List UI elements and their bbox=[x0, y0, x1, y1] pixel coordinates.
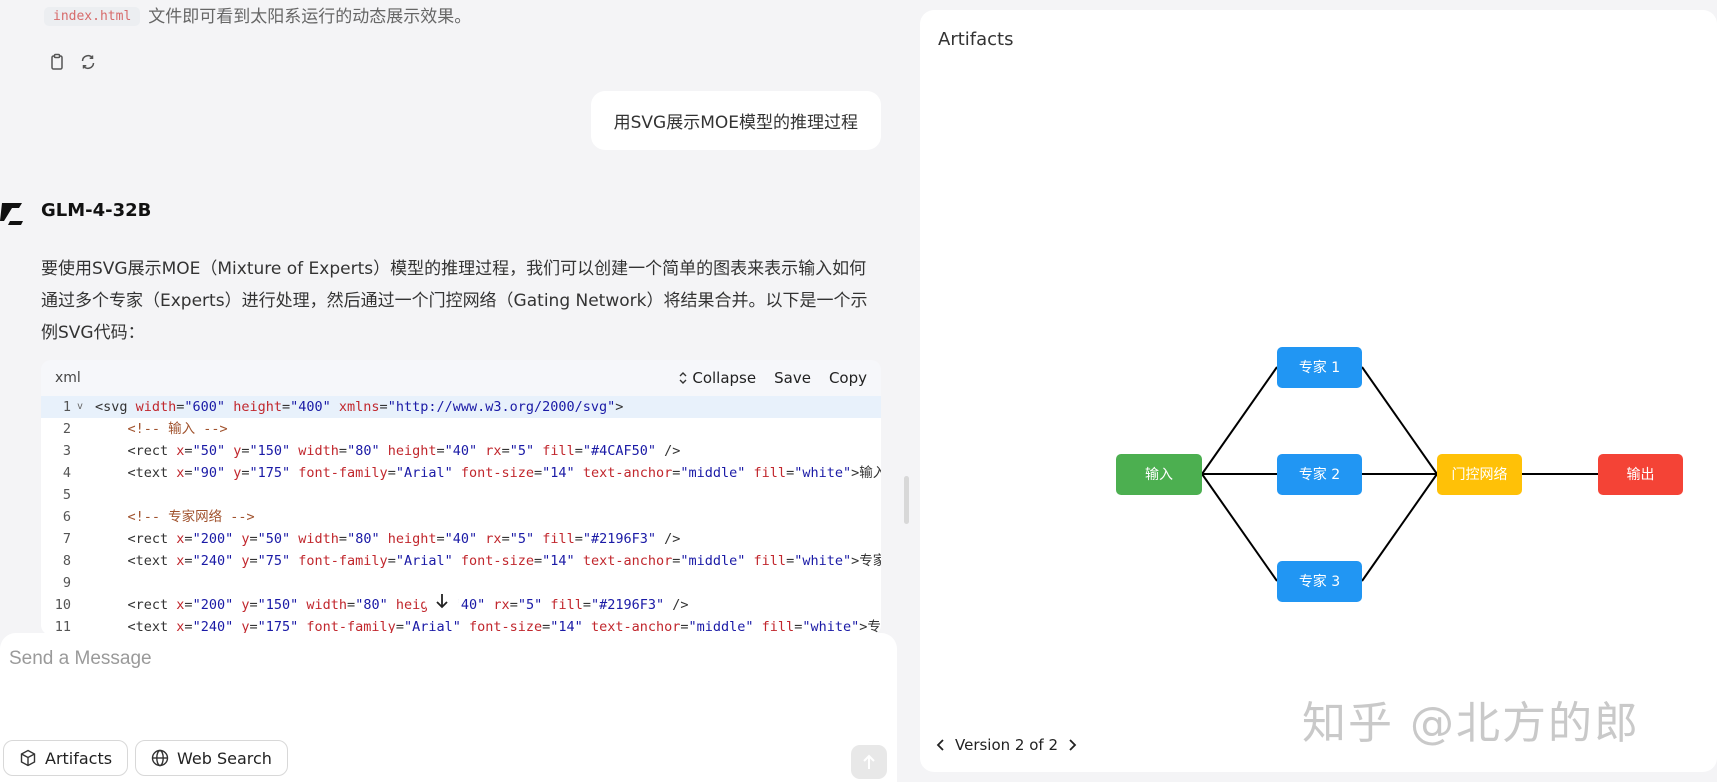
collapse-button[interactable]: Collapse bbox=[678, 369, 756, 387]
edge-input-expert3 bbox=[1201, 473, 1278, 582]
fold-toggle-icon bbox=[77, 528, 89, 550]
code-line: 3 <rect x="50" y="150" width="80" height… bbox=[41, 440, 881, 462]
line-number: 4 bbox=[62, 465, 71, 481]
expand-collapse-icon bbox=[679, 372, 687, 384]
code-line-text: <rect x="50" y="150" width="80" height="… bbox=[95, 443, 681, 459]
fold-toggle-icon bbox=[77, 572, 89, 594]
fold-toggle-icon bbox=[77, 506, 89, 528]
node-gate: 门控网络 bbox=[1437, 454, 1522, 495]
arrow-up-icon bbox=[863, 754, 875, 769]
globe-icon bbox=[151, 749, 169, 767]
edge-input-expert1 bbox=[1201, 366, 1278, 475]
edge-expert1-gate bbox=[1361, 366, 1438, 475]
chat-scrollbar[interactable] bbox=[904, 476, 909, 524]
node-expert1: 专家 1 bbox=[1277, 347, 1362, 388]
previous-answer-text: 文件即可看到太阳系运行的动态展示效果。 bbox=[148, 7, 472, 27]
code-block-header: xml Collapse Save Copy bbox=[41, 360, 881, 396]
node-expert3: 专家 3 bbox=[1277, 561, 1362, 602]
node-input-label: 输入 bbox=[1145, 467, 1173, 483]
line-number: 8 bbox=[62, 553, 71, 569]
chevron-left-icon[interactable] bbox=[936, 738, 946, 752]
code-line: 6 <!-- 专家网络 --> bbox=[41, 506, 881, 528]
edge-expert3-gate bbox=[1361, 473, 1438, 582]
node-expert1-label: 专家 1 bbox=[1299, 359, 1340, 376]
chevron-right-icon[interactable] bbox=[1067, 738, 1077, 752]
user-message-bubble: 用SVG展示MOE模型的推理过程 bbox=[590, 91, 881, 150]
line-number: 10 bbox=[54, 597, 71, 613]
line-number: 6 bbox=[62, 509, 71, 525]
node-output: 输出 bbox=[1598, 454, 1683, 495]
node-expert2-label: 专家 2 bbox=[1299, 466, 1340, 483]
fold-toggle-icon bbox=[77, 440, 89, 462]
fold-toggle-icon bbox=[77, 484, 89, 506]
artifacts-panel: Artifacts 输入 专家 1 专家 2 专家 3 门控网络 输出 知乎 @… bbox=[920, 10, 1717, 772]
line-number: 5 bbox=[62, 487, 71, 503]
inline-code-filename: index.html bbox=[44, 7, 141, 26]
message-input[interactable] bbox=[7, 647, 811, 671]
collapse-label: Collapse bbox=[692, 369, 757, 387]
code-line: 4 <text x="90" y="175" font-family="Aria… bbox=[41, 462, 881, 484]
code-line-text: <rect x="200" y="150" width="80" height=… bbox=[95, 597, 689, 613]
line-number: 3 bbox=[62, 443, 71, 459]
send-button[interactable] bbox=[851, 745, 887, 779]
artifacts-button-label: Artifacts bbox=[45, 748, 113, 768]
code-line: 5 bbox=[41, 484, 881, 506]
copy-code-button[interactable]: Copy bbox=[829, 369, 867, 387]
moe-diagram: 输入 专家 1 专家 2 专家 3 门控网络 输出 bbox=[1116, 347, 1683, 602]
line-number: 1 bbox=[62, 399, 71, 415]
code-line: 1 v <svg width="600" height="400" xmlns="h… bbox=[41, 396, 881, 418]
version-label: Version 2 of 2 bbox=[955, 736, 1059, 754]
fold-toggle-icon[interactable]: v bbox=[77, 396, 89, 418]
node-input: 输入 bbox=[1116, 454, 1202, 495]
regenerate-icon[interactable] bbox=[77, 51, 99, 73]
fold-toggle-icon bbox=[77, 594, 89, 616]
scroll-to-bottom-button[interactable] bbox=[425, 584, 459, 618]
artifacts-toggle-button[interactable]: Artifacts bbox=[3, 740, 129, 776]
diagram-connectors bbox=[1201, 366, 1598, 582]
code-line: 2 <!-- 输入 --> bbox=[41, 418, 881, 440]
fold-toggle-icon bbox=[77, 550, 89, 572]
code-language-label: xml bbox=[55, 370, 81, 386]
code-block: xml Collapse Save Copy 1 v <svg width="600… bbox=[41, 360, 881, 635]
line-number: 9 bbox=[62, 575, 71, 591]
code-line: 10 <rect x="200" y="150" width="80" heig… bbox=[41, 594, 881, 616]
fold-toggle-icon bbox=[77, 418, 89, 440]
code-line: 7 <rect x="200" y="50" width="80" height… bbox=[41, 528, 881, 550]
arrow-down-icon bbox=[436, 594, 448, 609]
code-line: 8 <text x="240" y="75" font-family="Aria… bbox=[41, 550, 881, 572]
code-line-text: <text x="240" y="75" font-family="Arial"… bbox=[95, 553, 882, 569]
save-button[interactable]: Save bbox=[774, 369, 811, 387]
node-expert2: 专家 2 bbox=[1277, 454, 1362, 495]
assistant-answer-text: 要使用SVG展示MOE（Mixture of Experts）模型的推理过程，我… bbox=[41, 259, 868, 343]
code-line-text: <!-- 专家网络 --> bbox=[95, 509, 255, 525]
node-output-label: 输出 bbox=[1627, 467, 1655, 483]
web-search-button-label: Web Search bbox=[177, 748, 272, 768]
node-expert3-label: 专家 3 bbox=[1299, 573, 1340, 590]
code-line-text: <!-- 输入 --> bbox=[95, 421, 228, 437]
code-line-text: <svg width="600" height="400" xmlns="htt… bbox=[95, 399, 624, 415]
copy-icon[interactable] bbox=[46, 51, 68, 73]
code-line-text: <rect x="200" y="50" width="80" height="… bbox=[95, 531, 681, 547]
glm-logo-icon bbox=[0, 200, 24, 226]
fold-toggle-icon bbox=[77, 462, 89, 484]
version-navigator: Version 2 of 2 bbox=[936, 736, 1077, 754]
chat-pane: index.html 文件即可看到太阳系运行的动态展示效果。 用SVG展示MOE模… bbox=[0, 0, 905, 782]
code-line-text: <text x="90" y="175" font-family="Arial"… bbox=[95, 465, 882, 481]
code-line: 9 bbox=[41, 572, 881, 594]
line-number: 7 bbox=[62, 531, 71, 547]
cube-icon bbox=[20, 749, 36, 767]
web-search-toggle-button[interactable]: Web Search bbox=[135, 740, 288, 776]
watermark: 知乎 @北方的郎 bbox=[1302, 698, 1640, 749]
previous-answer-tail: index.html 文件即可看到太阳系运行的动态展示效果。 bbox=[44, 2, 471, 27]
node-gate-label: 门控网络 bbox=[1452, 467, 1508, 483]
code-editor[interactable]: 1 v <svg width="600" height="400" xmlns="h… bbox=[41, 396, 881, 635]
model-name: GLM-4-32B bbox=[41, 200, 152, 221]
line-number: 2 bbox=[62, 421, 71, 437]
message-composer: Artifacts Web Search bbox=[0, 633, 897, 782]
